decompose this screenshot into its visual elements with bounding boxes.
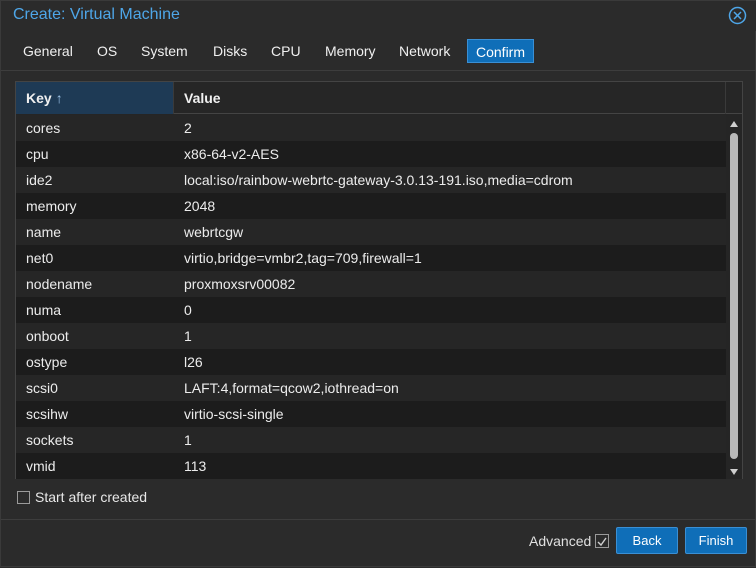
column-header-key[interactable]: Key ↑	[16, 82, 173, 114]
close-icon[interactable]	[728, 6, 747, 25]
table-row[interactable]: sockets 1	[16, 427, 726, 453]
dialog-footer: Advanced Back Finish	[1, 519, 756, 568]
tab-network[interactable]: Network	[391, 39, 458, 63]
table-row[interactable]: ide2 local:iso/rainbow-webrtc-gateway-3.…	[16, 167, 726, 193]
tab-confirm[interactable]: Confirm	[467, 39, 535, 63]
row-key: name	[26, 224, 62, 240]
row-key: cpu	[26, 146, 49, 162]
row-value: x86-64-v2-AES	[184, 146, 279, 162]
grid-header: Key ↑ Value	[16, 82, 742, 114]
row-key: cores	[26, 120, 61, 136]
row-value: 2048	[184, 198, 216, 214]
advanced-label: Advanced	[529, 533, 592, 549]
table-row[interactable]: nodename proxmoxsrv00082	[16, 271, 726, 297]
start-after-created-label: Start after created	[35, 489, 148, 505]
tab-general[interactable]: General	[15, 39, 81, 63]
table-row[interactable]: scsihw virtio-scsi-single	[16, 401, 726, 427]
scrollbar-thumb[interactable]	[730, 133, 738, 459]
row-key: vmid	[26, 458, 56, 474]
row-key: onboot	[26, 328, 69, 344]
row-value: 1	[184, 432, 192, 448]
table-row[interactable]: ostype l26	[16, 349, 726, 375]
advanced-checkbox[interactable]	[595, 534, 609, 548]
row-key: ide2	[26, 172, 53, 188]
row-key: numa	[26, 302, 62, 318]
table-row[interactable]: cpu x86-64-v2-AES	[16, 141, 726, 167]
row-value: 1	[184, 328, 192, 344]
row-value: virtio,bridge=vmbr2,tag=709,firewall=1	[184, 250, 422, 266]
row-key: memory	[26, 198, 77, 214]
tab-bar: General OS System Disks CPU Memory Netwo…	[1, 31, 756, 71]
create-vm-dialog: Create: Virtual Machine General OS Syste…	[0, 0, 756, 567]
tab-system[interactable]: System	[133, 39, 196, 63]
grid-body: cores 2 cpu x86-64-v2-AES ide2 local:iso…	[16, 115, 726, 479]
dialog-title: Create: Virtual Machine	[13, 6, 180, 23]
table-row[interactable]: onboot 1	[16, 323, 726, 349]
sort-ascending-icon: ↑	[55, 90, 63, 106]
row-value: 113	[184, 458, 207, 474]
title-bar: Create: Virtual Machine	[1, 1, 756, 31]
row-key: scsihw	[26, 406, 69, 422]
row-value: 0	[184, 302, 192, 318]
scroll-down-arrow-icon[interactable]	[730, 469, 738, 475]
column-header-value[interactable]: Value	[173, 82, 725, 114]
table-row[interactable]: numa 0	[16, 297, 726, 323]
row-value: local:iso/rainbow-webrtc-gateway-3.0.13-…	[184, 172, 573, 188]
row-value: l26	[184, 354, 203, 370]
row-key: ostype	[26, 354, 68, 370]
table-row[interactable]: net0 virtio,bridge=vmbr2,tag=709,firewal…	[16, 245, 726, 271]
column-header-key-label: Key	[26, 90, 52, 106]
row-value: 2	[184, 120, 192, 136]
table-row[interactable]: name webrtcgw	[16, 219, 726, 245]
row-key: net0	[26, 250, 54, 266]
row-value: LAFT:4,format=qcow2,iothread=on	[184, 380, 399, 396]
confirm-grid: Key ↑ Value cores 2 cpu x86-64-v2-AES ide…	[15, 81, 743, 479]
table-row[interactable]: memory 2048	[16, 193, 726, 219]
vertical-scrollbar[interactable]	[726, 115, 742, 479]
scroll-up-arrow-icon[interactable]	[730, 121, 738, 127]
checkmark-icon	[597, 537, 607, 547]
tab-disks[interactable]: Disks	[205, 39, 255, 63]
row-value: webrtcgw	[184, 224, 244, 240]
column-header-spacer	[725, 82, 742, 114]
table-row[interactable]: scsi0 LAFT:4,format=qcow2,iothread=on	[16, 375, 726, 401]
row-key: scsi0	[26, 380, 58, 396]
row-value: virtio-scsi-single	[184, 406, 284, 422]
tab-memory[interactable]: Memory	[317, 39, 384, 63]
row-value: proxmoxsrv00082	[184, 276, 296, 292]
finish-button[interactable]: Finish	[685, 527, 747, 554]
tab-cpu[interactable]: CPU	[263, 39, 309, 63]
row-key: nodename	[26, 276, 93, 292]
row-key: sockets	[26, 432, 74, 448]
start-after-created-checkbox[interactable]	[17, 491, 30, 504]
table-row[interactable]: vmid 113	[16, 453, 726, 479]
back-button[interactable]: Back	[616, 527, 678, 554]
tab-os[interactable]: OS	[89, 39, 125, 63]
table-row[interactable]: cores 2	[16, 115, 726, 141]
